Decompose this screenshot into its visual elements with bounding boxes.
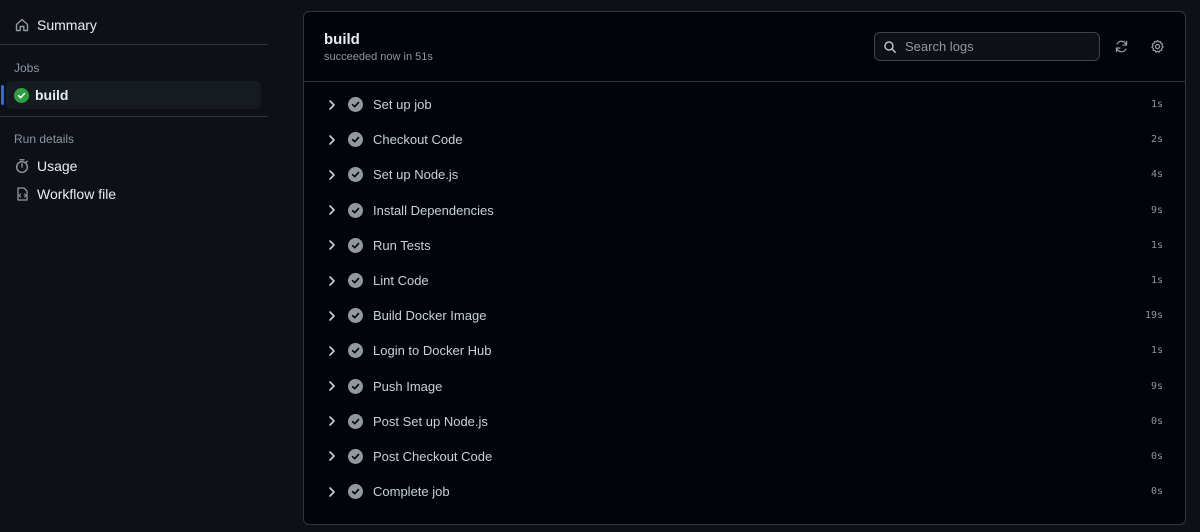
step-row[interactable]: Build Docker Image 19s [304, 298, 1185, 333]
divider [0, 116, 268, 117]
check-circle-icon [348, 378, 363, 394]
check-circle-icon [348, 132, 363, 148]
chevron-right-icon[interactable] [326, 486, 338, 498]
sidebar: Summary Jobs build Run details Usage Wor… [0, 0, 268, 532]
active-indicator [1, 85, 4, 105]
step-duration: 4s [1150, 169, 1163, 181]
chevron-right-icon[interactable] [326, 450, 338, 462]
sidebar-item-usage[interactable]: Usage [6, 152, 260, 180]
check-circle-icon [14, 87, 29, 103]
check-circle-icon [348, 167, 363, 183]
sidebar-item-workflow-file[interactable]: Workflow file [6, 180, 260, 208]
step-row[interactable]: Install Dependencies 9s [304, 193, 1185, 228]
step-name: Post Checkout Code [373, 448, 493, 464]
check-circle-icon [348, 308, 363, 324]
step-list: Set up job 1s Checkout Code 2s Set up Node.j… [304, 87, 1185, 509]
step-name: Run Tests [373, 237, 431, 253]
job-label: build [35, 87, 69, 103]
step-duration: 1s [1150, 345, 1163, 357]
check-circle-icon [348, 202, 363, 218]
step-row[interactable]: Complete job 0s [304, 474, 1185, 509]
step-row[interactable]: Run Tests 1s [304, 228, 1185, 263]
step-duration: 0s [1150, 486, 1163, 498]
job-status-text: succeeded now in 51s [324, 51, 433, 63]
check-circle-icon [348, 97, 363, 113]
chevron-right-icon[interactable] [326, 345, 338, 357]
sidebar-item-job-build[interactable]: build [1, 81, 261, 109]
step-name: Complete job [373, 484, 450, 500]
chevron-right-icon[interactable] [326, 310, 338, 322]
step-row[interactable]: Set up job 1s [304, 87, 1185, 122]
step-duration: 0s [1150, 450, 1163, 462]
step-name: Post Set up Node.js [373, 413, 488, 429]
chevron-right-icon[interactable] [326, 169, 338, 181]
check-circle-icon [348, 484, 363, 500]
step-name: Push Image [373, 378, 443, 394]
home-icon [14, 17, 30, 33]
step-duration: 1s [1150, 239, 1163, 251]
check-circle-icon [348, 448, 363, 464]
divider [0, 44, 268, 45]
check-circle-icon [348, 413, 363, 429]
step-duration: 9s [1150, 380, 1163, 392]
step-duration: 1s [1150, 275, 1163, 287]
chevron-right-icon[interactable] [326, 275, 338, 287]
step-name: Login to Docker Hub [373, 343, 492, 359]
step-name: Lint Code [373, 273, 429, 289]
chevron-right-icon[interactable] [326, 239, 338, 251]
step-name: Set up job [373, 97, 432, 113]
job-title: build [324, 31, 360, 48]
sidebar-item-label: Workflow file [37, 186, 117, 202]
step-row[interactable]: Login to Docker Hub 1s [304, 333, 1185, 368]
search-icon [883, 40, 897, 54]
chevron-right-icon[interactable] [326, 204, 338, 216]
step-row[interactable]: Post Checkout Code 0s [304, 439, 1185, 474]
search-box[interactable] [874, 32, 1100, 61]
step-row[interactable]: Push Image 9s [304, 369, 1185, 404]
step-duration: 2s [1150, 134, 1163, 146]
jobs-heading: Jobs [14, 61, 40, 75]
step-name: Build Docker Image [373, 308, 487, 324]
sync-icon[interactable] [1112, 37, 1130, 55]
job-log-panel: build succeeded now in 51s Set up job 1s C… [303, 11, 1186, 525]
check-circle-icon [348, 273, 363, 289]
step-duration: 1s [1150, 99, 1163, 111]
step-row[interactable]: Lint Code 1s [304, 263, 1185, 298]
sidebar-item-label: Usage [37, 158, 78, 174]
job-header: build succeeded now in 51s [304, 12, 1185, 82]
step-duration: 19s [1144, 310, 1163, 322]
file-code-icon [14, 186, 30, 202]
step-row[interactable]: Set up Node.js 4s [304, 157, 1185, 192]
chevron-right-icon[interactable] [326, 99, 338, 111]
run-details-heading: Run details [14, 132, 75, 146]
chevron-right-icon[interactable] [326, 134, 338, 146]
search-input[interactable] [905, 39, 1085, 54]
step-row[interactable]: Checkout Code 2s [304, 122, 1185, 157]
check-circle-icon [348, 343, 363, 359]
stopwatch-icon [14, 158, 30, 174]
sidebar-item-summary[interactable]: Summary [6, 11, 260, 39]
step-name: Install Dependencies [373, 202, 494, 218]
check-circle-icon [348, 237, 363, 253]
step-name: Set up Node.js [373, 167, 459, 183]
step-row[interactable]: Post Set up Node.js 0s [304, 404, 1185, 439]
step-duration: 0s [1150, 415, 1163, 427]
step-duration: 9s [1150, 204, 1163, 216]
chevron-right-icon[interactable] [326, 380, 338, 392]
step-name: Checkout Code [373, 132, 463, 148]
chevron-right-icon[interactable] [326, 415, 338, 427]
sidebar-item-label: Summary [37, 17, 97, 33]
gear-icon[interactable] [1148, 37, 1166, 55]
